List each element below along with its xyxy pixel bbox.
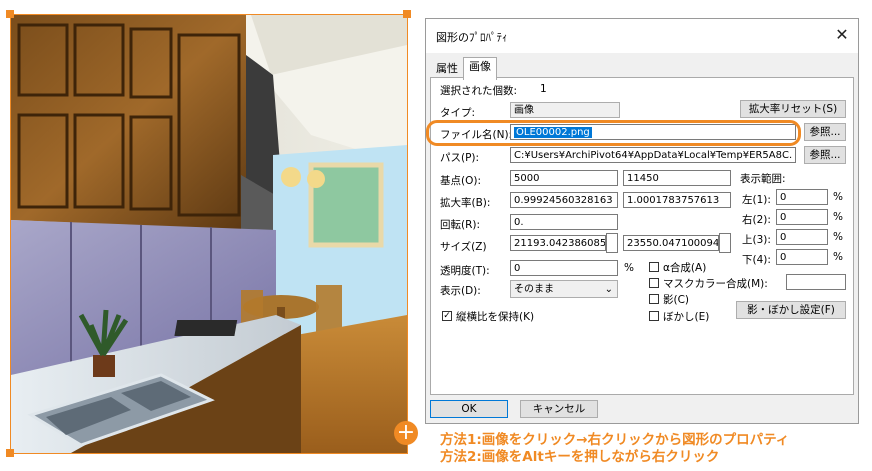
kitchen-render-graphic: [11, 15, 407, 453]
reset-zoom-button[interactable]: 拡大率リセット(S): [740, 100, 846, 118]
zoom-y-input[interactable]: 1.0001783757613: [623, 192, 731, 208]
alpha-checkbox[interactable]: [649, 262, 659, 272]
size-label: サイズ(Z): [440, 241, 487, 253]
spin-arrow-icon[interactable]: [606, 233, 618, 253]
kitchen-render-image[interactable]: [10, 14, 408, 454]
display-select[interactable]: そのまま ⌄: [510, 280, 618, 298]
zoom-x-input[interactable]: 0.99924560328163: [510, 192, 618, 208]
size-x-input[interactable]: 21193.042386085: [510, 235, 606, 251]
display-range-label: 表示範囲:: [740, 173, 786, 185]
plus-move-icon[interactable]: +: [394, 421, 418, 445]
range-bottom-input[interactable]: 0: [776, 249, 828, 265]
range-top-unit: %: [833, 231, 843, 243]
ok-button[interactable]: OK: [430, 400, 508, 418]
shadow-label: 影(C): [663, 294, 690, 306]
browse-path-button[interactable]: 参照...: [804, 146, 846, 164]
display-label: 表示(D):: [440, 285, 481, 297]
alpha-label: α合成(A): [663, 262, 707, 274]
type-value: 画像: [510, 102, 620, 118]
transparency-input[interactable]: 0: [510, 260, 618, 276]
base-x-input[interactable]: 5000: [510, 170, 618, 186]
chevron-down-icon: ⌄: [604, 284, 613, 295]
selected-count-label: 選択された個数:: [440, 85, 518, 97]
mask-color-label: マスクカラー合成(M):: [663, 278, 768, 290]
range-left-input[interactable]: 0: [776, 189, 828, 205]
shape-properties-dialog: 図形のﾌﾟﾛﾊﾟﾃｨ ✕ 属性 画像 選択された個数: 1 タイプ: 画像 拡大…: [425, 18, 859, 424]
keep-aspect-label: 縦横比を保持(K): [456, 311, 535, 323]
path-input[interactable]: C:¥Users¥ArchiPivot64¥AppData¥Local¥Temp…: [510, 147, 796, 163]
rotation-label: 回転(R):: [440, 219, 481, 231]
cancel-button[interactable]: キャンセル: [520, 400, 598, 418]
tab-attributes[interactable]: 属性: [431, 60, 464, 78]
shadow-checkbox[interactable]: [649, 294, 659, 304]
range-right-input[interactable]: 0: [776, 209, 828, 225]
blur-checkbox[interactable]: [649, 311, 659, 321]
size-y-input[interactable]: 23550.047100094: [623, 235, 719, 251]
dialog-titlebar: 図形のﾌﾟﾛﾊﾟﾃｨ ✕: [426, 19, 858, 53]
base-point-label: 基点(O):: [440, 175, 481, 187]
range-bottom-label: 下(4):: [742, 254, 771, 266]
transparency-label: 透明度(T):: [440, 265, 490, 277]
dialog-title: 図形のﾌﾟﾛﾊﾟﾃｨ: [436, 31, 508, 44]
range-top-label: 上(3):: [742, 234, 771, 246]
base-y-input[interactable]: 11450: [623, 170, 731, 186]
transparency-unit: %: [624, 262, 634, 274]
selected-count-value: 1: [540, 83, 547, 95]
tab-image[interactable]: 画像: [463, 57, 497, 80]
keep-aspect-checkbox[interactable]: ✓: [442, 311, 452, 321]
range-left-unit: %: [833, 191, 843, 203]
instruction-method2: 方法2:画像をAltキーを押しながら右クリック: [440, 449, 720, 465]
type-label: タイプ:: [440, 107, 476, 119]
range-bottom-unit: %: [833, 251, 843, 263]
browse-button[interactable]: 参照...: [804, 123, 846, 141]
range-left-label: 左(1):: [742, 194, 771, 206]
range-top-input[interactable]: 0: [776, 229, 828, 245]
close-icon[interactable]: ✕: [832, 25, 852, 45]
selection-handle-bottom-left[interactable]: [6, 449, 14, 457]
path-label: パス(P):: [440, 152, 480, 164]
selection-handle-top-left[interactable]: [6, 10, 14, 18]
spin-arrow-icon[interactable]: [719, 233, 731, 253]
filename-highlight: [426, 120, 801, 146]
blur-label: ぼかし(E): [663, 311, 710, 323]
range-right-label: 右(2):: [742, 214, 771, 226]
shadow-blur-settings-button[interactable]: 影・ぼかし設定(F): [736, 301, 846, 319]
mask-color-checkbox[interactable]: [649, 278, 659, 288]
selection-handle-top-right[interactable]: [403, 10, 411, 18]
mask-color-swatch[interactable]: [786, 274, 846, 290]
range-right-unit: %: [833, 211, 843, 223]
zoom-label: 拡大率(B):: [440, 197, 491, 209]
display-select-value: そのまま: [514, 284, 554, 295]
rotation-input[interactable]: 0.: [510, 214, 618, 230]
